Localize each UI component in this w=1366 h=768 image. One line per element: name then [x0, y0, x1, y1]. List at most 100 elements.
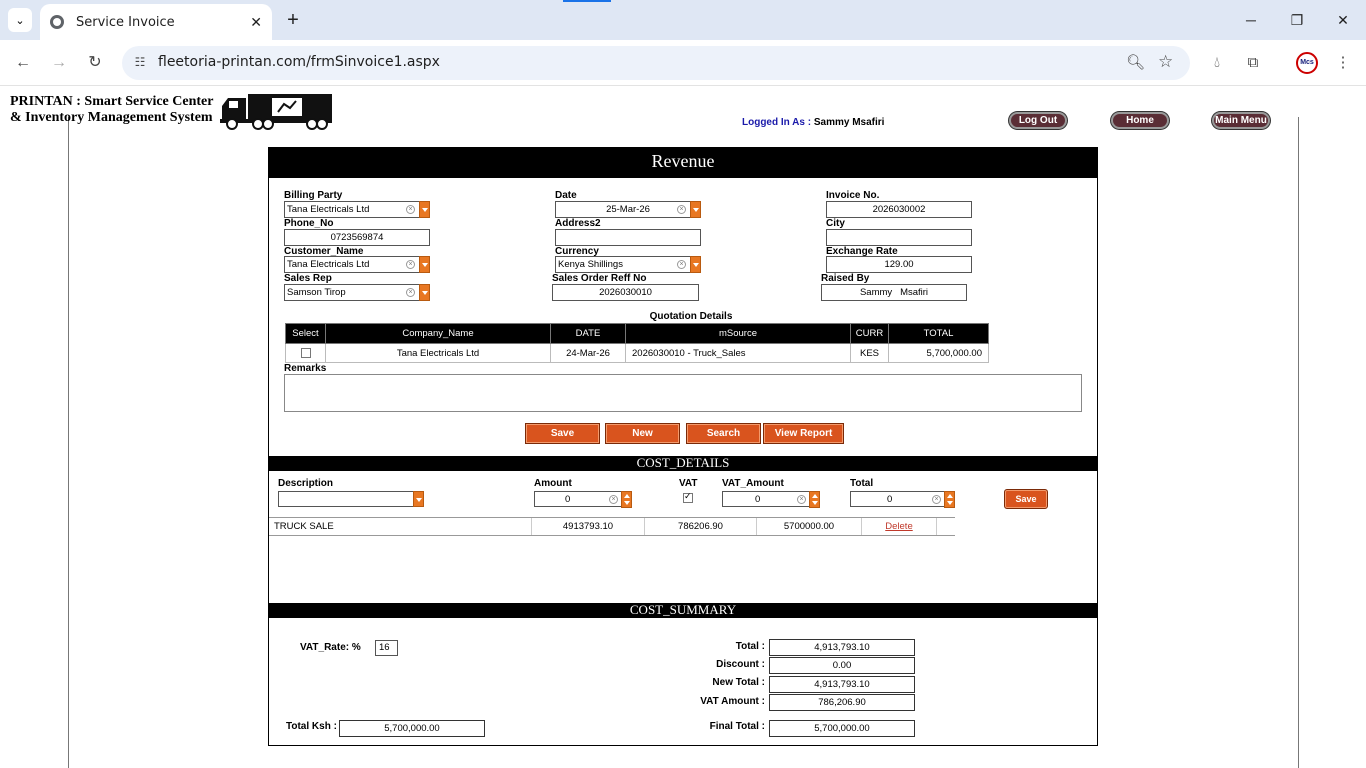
clear-icon[interactable]: × [677, 260, 686, 269]
address2-label: Address2 [555, 218, 601, 229]
url-text[interactable]: fleetoria-printan.com/frmSinvoice1.aspx [158, 54, 440, 70]
clear-icon[interactable]: × [677, 205, 686, 214]
browser-tab[interactable]: Service Invoice ✕ [40, 4, 272, 40]
clear-icon[interactable]: × [406, 260, 415, 269]
chevron-down-icon[interactable] [419, 201, 430, 218]
spinner-icon[interactable] [621, 491, 632, 508]
clear-icon[interactable]: × [406, 205, 415, 214]
select-checkbox[interactable] [300, 347, 311, 358]
chevron-down-icon[interactable] [690, 201, 701, 218]
address-bar[interactable]: ☷ fleetoria-printan.com/frmSinvoice1.asp… [122, 46, 1190, 80]
forward-icon[interactable]: → [47, 51, 71, 75]
exchange-rate-field[interactable]: 129.00 [826, 256, 972, 273]
col-company: Company_Name [325, 323, 551, 344]
cost-description: TRUCK SALE [274, 518, 532, 535]
vat-rate-field[interactable]: 16 [375, 640, 398, 656]
row-total: 5,700,000.00 [888, 343, 989, 363]
total-ksh-field[interactable]: 5,700,000.00 [339, 720, 485, 737]
customer-name-combo[interactable]: Tana Electricals Ltd × [284, 256, 430, 273]
clear-icon[interactable]: × [932, 495, 941, 504]
new-total-label: New Total : [712, 677, 765, 688]
vat-amount-stepper[interactable]: 0 × [722, 491, 820, 508]
chevron-down-icon[interactable] [690, 256, 701, 273]
zoom-icon[interactable]: 🔍︎ [1126, 53, 1145, 71]
row-date: 24-Mar-26 [550, 343, 626, 363]
site-settings-icon[interactable]: ☷ [132, 55, 148, 71]
sales-rep-combo[interactable]: Samson Tirop × [284, 284, 430, 301]
frame-right [1298, 117, 1299, 768]
brand-line-2: & Inventory Management System [10, 110, 213, 125]
logout-button[interactable]: Log Out [1009, 112, 1067, 129]
spinner-icon[interactable] [809, 491, 820, 508]
restore-icon[interactable]: ❐ [1282, 8, 1312, 32]
chevron-down-icon[interactable] [419, 256, 430, 273]
description-combo[interactable] [278, 491, 424, 507]
profile-avatar[interactable]: Mcs [1296, 52, 1318, 74]
vat-amount-sum-label: VAT Amount : [700, 696, 765, 707]
amount-stepper[interactable]: 0 × [534, 491, 632, 508]
row-select-cell [285, 343, 326, 363]
remarks-textarea[interactable] [284, 374, 1082, 412]
phone-field[interactable]: 0723569874 [284, 229, 430, 246]
billing-party-combo[interactable]: Tana Electricals Ltd × [284, 201, 430, 218]
quotation-table: Select Company_Name DATE mSource CURR TO… [285, 323, 989, 363]
col-select: Select [285, 323, 326, 344]
row-company: Tana Electricals Ltd [325, 343, 551, 363]
clear-icon[interactable]: × [609, 495, 618, 504]
sales-order-field[interactable]: 2026030010 [552, 284, 699, 301]
customer-name-value: Tana Electricals Ltd [287, 259, 370, 270]
minimize-icon[interactable]: ─ [1236, 8, 1266, 32]
tab-search-icon[interactable]: ⌄ [8, 8, 32, 32]
table-row[interactable]: TRUCK SALE 4913793.10 786206.90 5700000.… [269, 517, 955, 536]
cost-save-button[interactable]: Save [1004, 489, 1048, 509]
clear-icon[interactable]: × [797, 495, 806, 504]
amount-value: 0 [565, 494, 571, 505]
phone-label: Phone_No [284, 218, 334, 229]
table-row[interactable]: Tana Electricals Ltd 24-Mar-26 202603001… [285, 343, 989, 363]
back-icon[interactable]: ← [11, 51, 35, 75]
discount-field[interactable]: 0.00 [769, 657, 915, 674]
cost-details-title: COST_DETAILS [269, 456, 1097, 471]
delete-link[interactable]: Delete [862, 518, 937, 535]
reload-icon[interactable]: ↻ [83, 51, 107, 75]
sales-rep-label: Sales Rep [284, 273, 332, 284]
close-tab-icon[interactable]: ✕ [250, 14, 262, 31]
sum-total-label: Total : [735, 641, 765, 652]
logged-in-label: Logged In As : [742, 117, 812, 128]
window-close-icon[interactable]: ✕ [1328, 8, 1358, 32]
new-button[interactable]: New [605, 423, 680, 444]
sum-total-field[interactable]: 4,913,793.10 [769, 639, 915, 656]
currency-combo[interactable]: Kenya Shillings × [555, 256, 701, 273]
total-stepper[interactable]: 0 × [850, 491, 955, 508]
sales-order-label: Sales Order Reff No [552, 273, 647, 284]
new-total-field[interactable]: 4,913,793.10 [769, 676, 915, 693]
billing-party-label: Billing Party [284, 190, 343, 201]
date-picker[interactable]: 25-Mar-26 × [555, 201, 701, 218]
chevron-down-icon[interactable] [419, 284, 430, 301]
raised-by-label: Raised By [821, 273, 870, 284]
address2-field[interactable] [555, 229, 701, 246]
cost-summary-title: COST_SUMMARY [269, 603, 1097, 618]
date-label: Date [555, 190, 577, 201]
bookmark-star-icon[interactable]: ☆ [1158, 52, 1173, 72]
invoice-no-field[interactable]: 2026030002 [826, 201, 972, 218]
vat-amount-sum-field[interactable]: 786,206.90 [769, 694, 915, 711]
new-tab-icon[interactable]: + [282, 8, 304, 32]
save-button[interactable]: Save [525, 423, 600, 444]
vat-label: VAT [679, 478, 698, 489]
clear-icon[interactable]: × [406, 288, 415, 297]
kebab-menu-icon[interactable]: ⋮ [1332, 52, 1354, 74]
extensions-puzzle-icon[interactable]: ⧉ [1242, 52, 1264, 74]
final-total-field[interactable]: 5,700,000.00 [769, 720, 915, 737]
chevron-down-icon[interactable] [413, 491, 424, 507]
vat-checkbox[interactable] [683, 491, 693, 503]
spinner-icon[interactable] [944, 491, 955, 508]
currency-value: Kenya Shillings [558, 259, 623, 270]
city-field[interactable] [826, 229, 972, 246]
raised-by-field[interactable]: Sammy Msafiri [821, 284, 967, 301]
extension-drop-icon[interactable]: 💧︎ [1206, 52, 1228, 74]
search-button[interactable]: Search [686, 423, 761, 444]
home-button[interactable]: Home [1111, 112, 1169, 129]
view-report-button[interactable]: View Report [763, 423, 844, 444]
main-menu-button[interactable]: Main Menu [1212, 112, 1270, 129]
